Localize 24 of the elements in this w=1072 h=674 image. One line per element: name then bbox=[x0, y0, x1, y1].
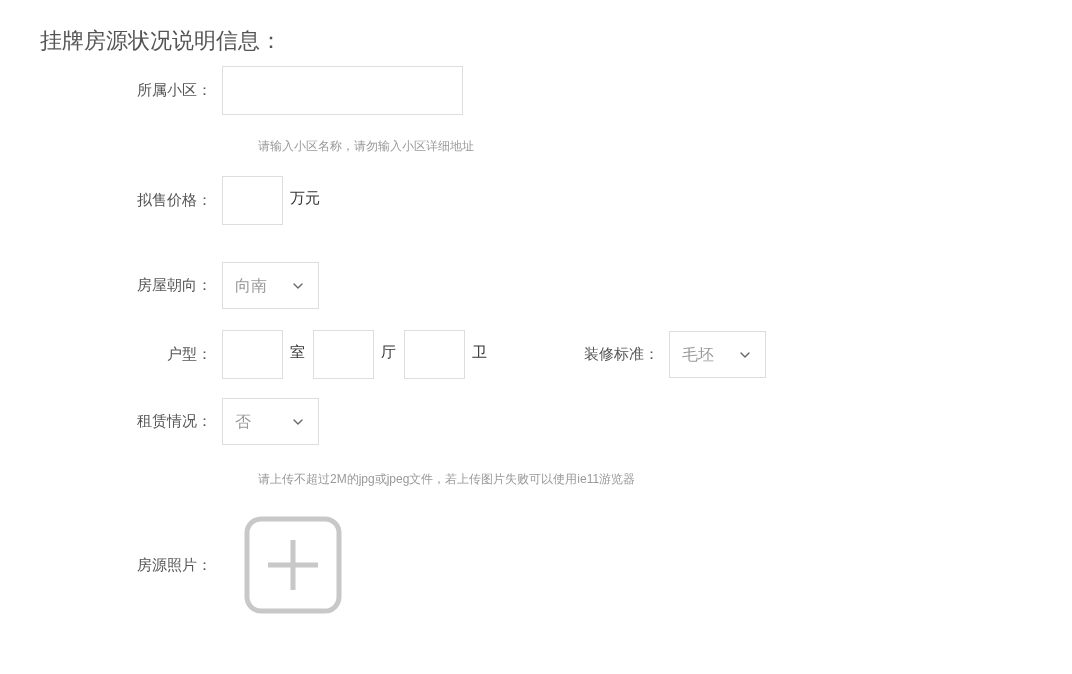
plus-icon bbox=[244, 516, 342, 614]
section-title: 挂牌房源状况说明信息： bbox=[40, 27, 282, 55]
input-field[interactable] bbox=[404, 330, 465, 379]
dropdown[interactable]: 毛坯 bbox=[669, 331, 766, 378]
hint-text: 请输入小区名称，请勿输入小区详细地址 bbox=[258, 139, 474, 153]
dropdown[interactable]: 否 bbox=[222, 398, 319, 445]
field-label: 户型： bbox=[166, 344, 213, 365]
dropdown[interactable]: 向南 bbox=[222, 262, 319, 309]
input-field[interactable] bbox=[222, 330, 283, 379]
add-photo-button[interactable] bbox=[244, 516, 342, 614]
field-label: 拟售价格： bbox=[136, 190, 213, 211]
unit-text: 室 bbox=[290, 342, 306, 363]
field-label: 装修标准： bbox=[583, 344, 660, 365]
input-field[interactable] bbox=[313, 330, 374, 379]
field-label: 租赁情况： bbox=[136, 411, 213, 432]
unit-text: 卫 bbox=[472, 342, 488, 363]
unit-text: 万元 bbox=[290, 188, 320, 209]
hint-text: 请上传不超过2M的jpg或jpeg文件，若上传图片失败可以使用ie11游览器 bbox=[258, 472, 636, 486]
field-label: 房源照片： bbox=[136, 554, 213, 575]
field-label: 房屋朝向： bbox=[136, 275, 213, 296]
input-field[interactable] bbox=[222, 176, 283, 225]
unit-text: 厅 bbox=[381, 342, 397, 363]
input-field[interactable] bbox=[222, 66, 463, 115]
field-label: 所属小区： bbox=[136, 80, 213, 101]
